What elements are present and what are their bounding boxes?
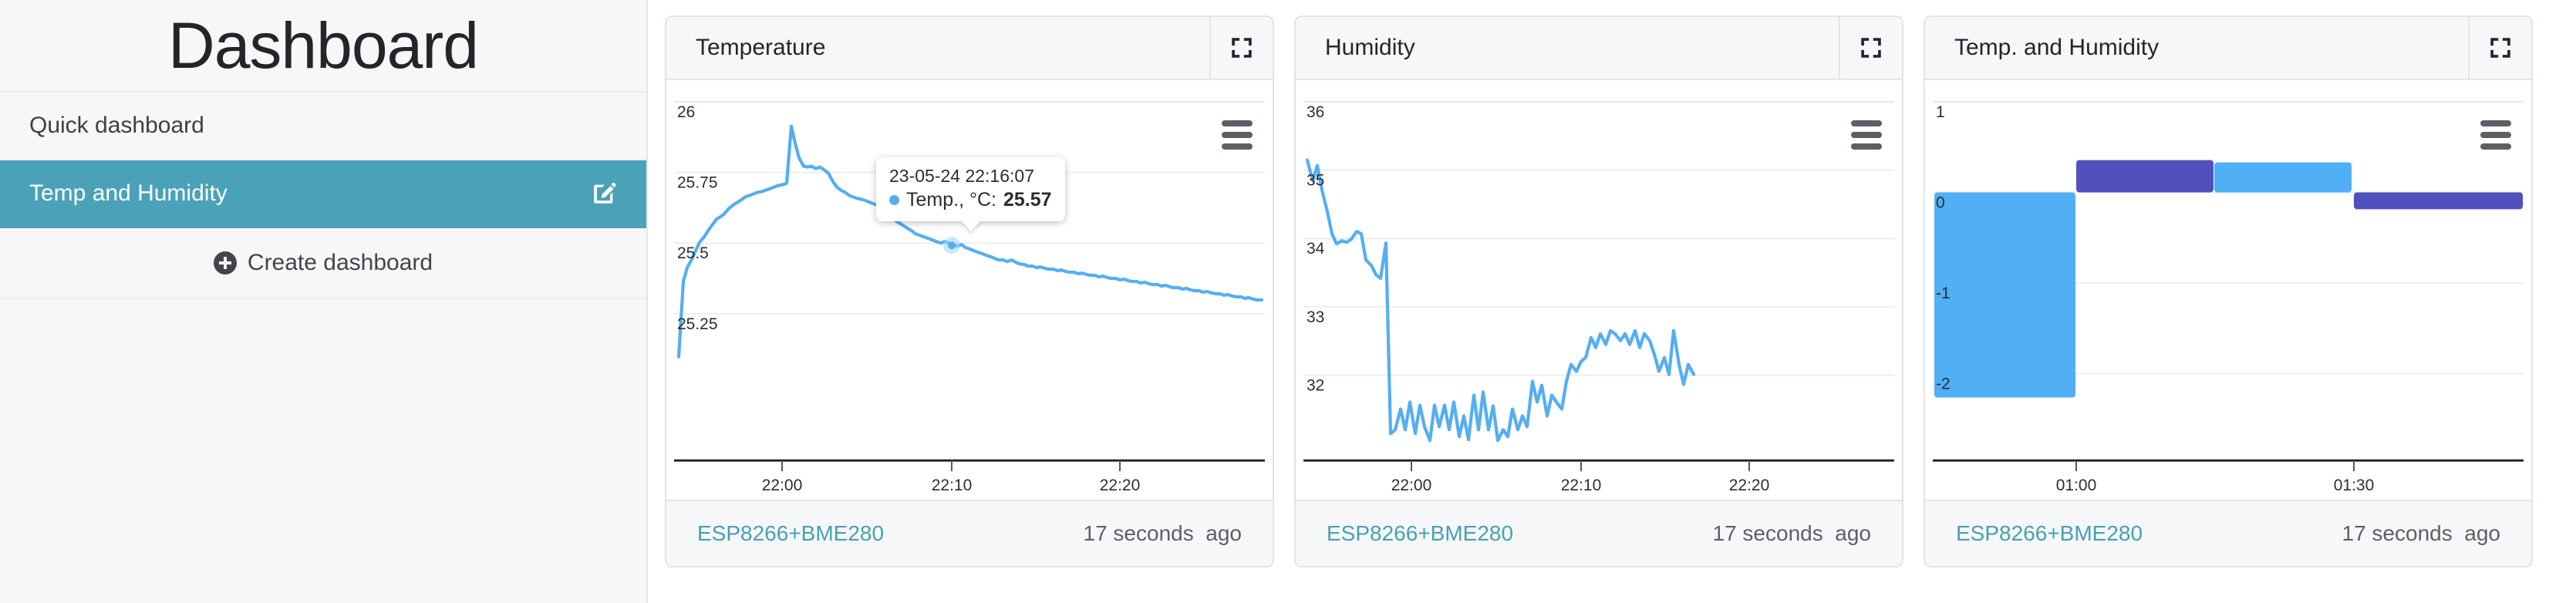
dashboard-app: Dashboard Quick dashboard Temp and Humid… [0, 0, 2576, 603]
humidity-chart[interactable]: 36 35 34 33 32 22:00 22:10 22:20 [1296, 80, 1902, 500]
fullscreen-expand-icon[interactable] [1839, 17, 1902, 79]
tooltip-series-label: Temp., °C: [906, 189, 996, 211]
x-tick-label: 01:00 [2056, 477, 2097, 494]
card-temp-and-humidity: Temp. and Humidity 1 0 -1 -2 01:00 01:30… [1924, 15, 2533, 568]
card-humidity: Humidity 36 35 34 33 32 22:00 22:10 22:2… [1294, 15, 1903, 568]
hamburger-menu-icon[interactable] [1851, 120, 1882, 150]
y-tick-label: 26 [677, 103, 695, 121]
bar-series-a-0 [1934, 192, 2075, 398]
y-tick-label: 25.25 [677, 315, 718, 333]
hamburger-menu-icon[interactable] [1222, 120, 1253, 150]
y-tick-label: 0 [1936, 194, 1945, 211]
card-body-chart: 1 0 -1 -2 01:00 01:30 [1925, 80, 2531, 500]
x-tick-label: 22:00 [1391, 477, 1432, 494]
x-tick-label: 22:20 [1729, 477, 1770, 494]
temp-humidity-chart-svg: 1 0 -1 -2 01:00 01:30 [1933, 100, 2524, 494]
card-body-chart: 26 25.75 25.5 25.25 22:00 22:10 22:20 23… [666, 80, 1273, 500]
tooltip-value: 25.57 [1003, 189, 1052, 211]
card-footer: ESP8266+BME280 17 seconds ago [1296, 500, 1902, 566]
card-header: Temp. and Humidity [1925, 17, 2531, 80]
card-header: Temperature [666, 17, 1273, 80]
sidebar-header: Dashboard [0, 0, 646, 93]
plus-circle-icon [213, 251, 237, 275]
hamburger-menu-icon[interactable] [2480, 120, 2511, 150]
temp-humidity-bar-chart[interactable]: 1 0 -1 -2 01:00 01:30 [1925, 80, 2531, 500]
humidity-chart-svg: 36 35 34 33 32 22:00 22:10 22:20 [1303, 100, 1894, 494]
last-updated-text: 17 seconds ago [1712, 521, 1872, 545]
fullscreen-expand-icon[interactable] [2468, 17, 2531, 79]
hamburger-bar [2480, 120, 2511, 126]
x-tick-label: 22:10 [932, 477, 973, 494]
tooltip-value-row: Temp., °C: 25.57 [889, 189, 1052, 211]
hamburger-bar [2480, 132, 2511, 138]
chart-tooltip: 23-05-24 22:16:07 Temp., °C: 25.57 [876, 157, 1065, 221]
y-tick-label: 32 [1307, 377, 1324, 395]
x-tick-label: 22:20 [1100, 477, 1141, 494]
card-footer: ESP8266+BME280 17 seconds ago [1925, 500, 2531, 566]
card-title: Humidity [1325, 35, 1415, 60]
device-source-link[interactable]: ESP8266+BME280 [1327, 521, 1713, 546]
sidebar: Dashboard Quick dashboard Temp and Humid… [0, 0, 648, 603]
series-color-dot-icon [889, 195, 899, 205]
edit-pencil-square-icon[interactable] [591, 180, 617, 207]
card-header: Humidity [1296, 17, 1902, 80]
card-title: Temp. and Humidity [1954, 35, 2160, 60]
hamburger-bar [2480, 143, 2511, 150]
cards-container: Temperature 26 25.75 25.5 25.25 22:00 22… [648, 0, 2576, 603]
last-updated-text: 17 seconds ago [1083, 521, 1242, 545]
card-body-chart: 36 35 34 33 32 22:00 22:10 22:20 [1296, 80, 1902, 500]
sidebar-item-temp-and-humidity[interactable]: Temp and Humidity [0, 160, 646, 228]
device-source-link[interactable]: ESP8266+BME280 [697, 521, 1084, 546]
dashboard-list: Quick dashboard Temp and Humidity [0, 93, 646, 228]
last-updated-text: 17 seconds ago [2342, 521, 2501, 545]
y-tick-label: 25.5 [677, 244, 709, 262]
bar-series-b-3 [2354, 192, 2523, 210]
y-tick-label: -1 [1936, 285, 1951, 302]
tooltip-timestamp: 23-05-24 22:16:07 [889, 166, 1034, 186]
y-tick-label: 25.75 [677, 174, 718, 192]
x-tick-label: 22:10 [1561, 477, 1602, 494]
card-title: Temperature [696, 35, 826, 60]
create-dashboard-button[interactable]: Create dashboard [0, 228, 646, 299]
hamburger-bar [1851, 120, 1882, 126]
card-temperature: Temperature 26 25.75 25.5 25.25 22:00 22… [665, 15, 1274, 568]
y-tick-label: -2 [1936, 376, 1951, 393]
device-source-link[interactable]: ESP8266+BME280 [1956, 521, 2342, 546]
sidebar-item-label: Quick dashboard [29, 113, 204, 138]
hamburger-bar [1222, 143, 1253, 150]
hamburger-bar [1851, 132, 1882, 138]
sidebar-item-label: Temp and Humidity [29, 180, 228, 206]
bar-series-b-1 [2076, 160, 2214, 193]
x-tick-label: 01:30 [2334, 477, 2375, 494]
y-tick-label: 1 [1936, 103, 1945, 121]
card-footer: ESP8266+BME280 17 seconds ago [666, 500, 1273, 566]
create-dashboard-label: Create dashboard [247, 250, 433, 275]
hamburger-bar [1222, 132, 1253, 138]
temperature-chart[interactable]: 26 25.75 25.5 25.25 22:00 22:10 22:20 23… [666, 80, 1273, 500]
y-tick-label: 34 [1307, 240, 1325, 258]
page-title: Dashboard [168, 9, 479, 82]
y-tick-label: 36 [1307, 103, 1324, 121]
hamburger-bar [1222, 120, 1253, 126]
sidebar-item-quick-dashboard[interactable]: Quick dashboard [0, 93, 646, 160]
hamburger-bar [1851, 143, 1882, 150]
y-tick-label: 33 [1307, 308, 1324, 326]
fullscreen-expand-icon[interactable] [1209, 17, 1273, 79]
bar-series-a-2 [2214, 162, 2352, 193]
y-tick-label: 35 [1307, 172, 1324, 190]
x-tick-label: 22:00 [762, 477, 803, 494]
temperature-chart-svg: 26 25.75 25.5 25.25 22:00 22:10 22:20 [674, 100, 1265, 494]
